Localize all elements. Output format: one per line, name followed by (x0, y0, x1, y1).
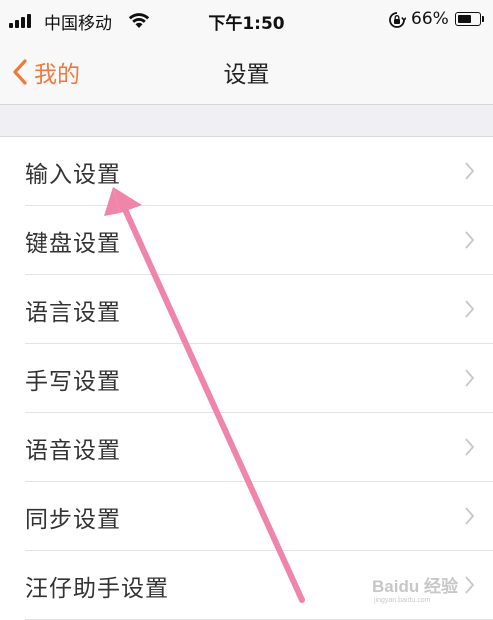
baidu-paw-logo-icon: Baidu 经验 jingyan.baidu.com (372, 576, 459, 604)
settings-item-language[interactable]: 语言设置 (0, 275, 493, 344)
chevron-right-icon (465, 507, 475, 525)
settings-item-handwriting[interactable]: 手写设置 (0, 344, 493, 413)
chevron-right-icon (465, 162, 475, 180)
navigation-bar: 我的 设置 (0, 40, 493, 105)
status-bar: 中国移动 下午1:50 66% (0, 0, 493, 40)
settings-item-label: 汪仔助手设置 (25, 576, 169, 602)
page-title: 设置 (223, 62, 270, 88)
chevron-right-icon (465, 369, 475, 387)
settings-item-label: 语音设置 (25, 438, 121, 464)
settings-item-label: 输入设置 (25, 162, 121, 188)
settings-list: 输入设置 键盘设置 语言设置 手写设置 语音设置 同步设置 汪仔助手设置 (0, 137, 493, 620)
settings-item-voice[interactable]: 语音设置 (0, 413, 493, 482)
battery-percent: 66% (411, 9, 449, 29)
baidu-watermark: Baidu 经验 jingyan.baidu.com (372, 572, 487, 604)
settings-item-label: 键盘设置 (25, 231, 121, 257)
section-separator (0, 105, 493, 137)
watermark-subtext: jingyan.baidu.com (373, 597, 431, 604)
settings-item-keyboard[interactable]: 键盘设置 (0, 206, 493, 275)
settings-item-input[interactable]: 输入设置 (0, 137, 493, 206)
rotation-lock-icon (389, 12, 406, 28)
chevron-right-icon (465, 438, 475, 456)
chevron-right-icon (465, 300, 475, 318)
settings-item-sync[interactable]: 同步设置 (0, 482, 493, 551)
settings-item-label: 手写设置 (25, 369, 121, 395)
battery-icon (455, 12, 484, 26)
watermark-text: Baidu 经验 (372, 576, 459, 596)
settings-item-label: 语言设置 (25, 300, 121, 326)
settings-item-label: 同步设置 (25, 507, 121, 533)
chevron-right-icon (465, 231, 475, 249)
